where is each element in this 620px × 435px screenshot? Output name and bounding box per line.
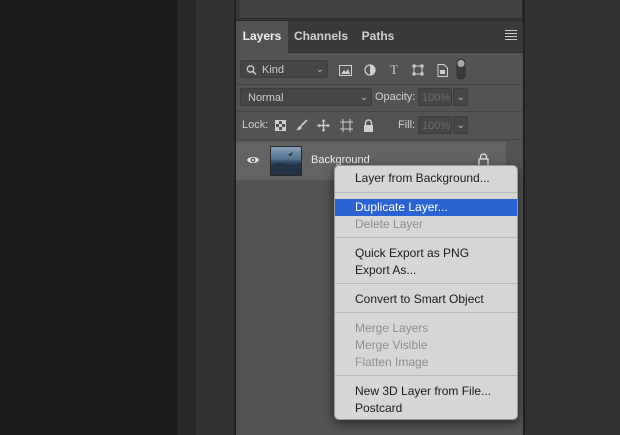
opacity-label: Opacity: xyxy=(375,91,416,103)
menu-item-merge-visible: Merge Visible xyxy=(355,338,428,352)
menu-item-merge-layers: Merge Layers xyxy=(355,321,429,335)
tab-layers[interactable]: Layers xyxy=(236,21,288,53)
menu-item-duplicate-layer[interactable]: Duplicate Layer... xyxy=(335,199,517,216)
chevron-down-icon: ⌄ xyxy=(456,120,465,131)
blend-row: Normal ⌄ Opacity: 100% ⌄ xyxy=(236,86,523,108)
lock-label: Lock: xyxy=(242,119,269,131)
hamburger-icon[interactable] xyxy=(505,30,517,40)
menu-separator xyxy=(335,283,517,284)
blend-mode-select[interactable]: Normal ⌄ xyxy=(240,88,372,106)
divider xyxy=(236,111,523,112)
fill-label: Fill: xyxy=(398,119,416,131)
lock-move-icon[interactable] xyxy=(315,117,331,133)
shape-filter-icon[interactable] xyxy=(410,62,426,78)
menu-item-postcard[interactable]: Postcard xyxy=(335,400,517,417)
image-filter-icon[interactable] xyxy=(337,62,353,78)
eye-icon[interactable] xyxy=(246,153,260,172)
menu-separator xyxy=(335,312,517,313)
right-dock-area xyxy=(524,0,620,435)
lock-all-icon[interactable] xyxy=(360,117,376,133)
menu-separator xyxy=(335,375,517,376)
fill-dropdown[interactable]: ⌄ xyxy=(453,116,468,134)
menu-item-flatten-image: Flatten Image xyxy=(355,355,429,369)
menu-separator xyxy=(335,192,517,193)
lock-paint-icon[interactable] xyxy=(294,117,310,133)
chevron-down-icon: ⌄ xyxy=(456,92,465,103)
lock-transparent-icon[interactable] xyxy=(272,117,288,133)
chevron-down-icon: ⌄ xyxy=(315,64,324,75)
lock-row: Lock: Fill: 100% ⌄ xyxy=(236,114,523,136)
type-filter-icon[interactable]: T xyxy=(386,62,402,78)
blend-mode-value: Normal xyxy=(248,92,284,104)
panel-above-content xyxy=(238,0,523,19)
menu-item-convert-smart-object[interactable]: Convert to Smart Object xyxy=(335,291,517,308)
search-icon xyxy=(246,61,257,85)
collapsed-panel-dock xyxy=(196,0,235,435)
chevron-down-icon: ⌄ xyxy=(359,92,368,103)
menu-separator xyxy=(335,237,517,238)
panel-tab-bar: Layers Channels Paths xyxy=(236,21,523,53)
smart-object-filter-icon[interactable] xyxy=(434,62,450,78)
tab-paths[interactable]: Paths xyxy=(354,21,402,52)
divider xyxy=(236,139,523,140)
menu-item-new-3d-layer[interactable]: New 3D Layer from File... xyxy=(335,383,517,400)
lock-artboard-icon[interactable] xyxy=(338,117,354,133)
menu-item-export-as[interactable]: Export As... xyxy=(335,262,517,279)
menu-item-delete-layer: Delete Layer xyxy=(355,217,424,231)
layer-thumbnail xyxy=(270,146,302,176)
tab-channels[interactable]: Channels xyxy=(288,21,354,52)
adjustment-filter-icon[interactable] xyxy=(362,62,378,78)
filter-kind-label: Kind xyxy=(262,64,285,76)
dock-gutter xyxy=(178,0,196,435)
divider xyxy=(236,84,523,85)
filter-toggle-icon[interactable] xyxy=(456,58,466,80)
context-menu: Layer from Background... Duplicate Layer.… xyxy=(334,165,518,420)
opacity-input[interactable]: 100% xyxy=(418,88,452,106)
menu-item-quick-export-png[interactable]: Quick Export as PNG xyxy=(335,245,517,262)
filter-kind-select[interactable]: Kind ⌄ xyxy=(240,60,328,78)
opacity-dropdown[interactable]: ⌄ xyxy=(453,88,468,106)
fill-input[interactable]: 100% xyxy=(418,116,452,134)
menu-item-layer-from-background[interactable]: Layer from Background... xyxy=(335,170,517,187)
canvas-area xyxy=(0,0,178,435)
layer-filter-row: Kind ⌄ T xyxy=(236,58,523,82)
